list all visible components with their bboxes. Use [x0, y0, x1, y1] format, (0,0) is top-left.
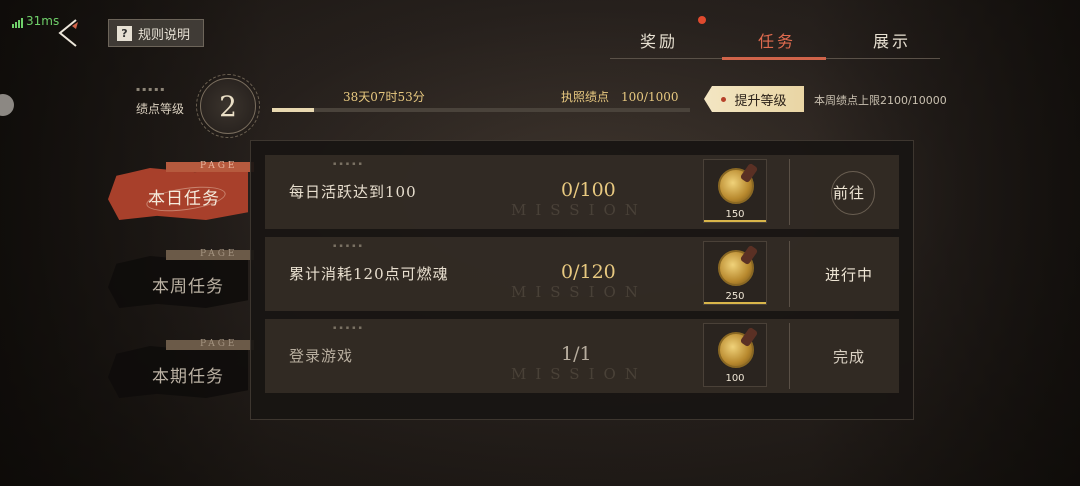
- decorative-text: ▪▪▪▪▪: [333, 161, 365, 167]
- decorative-text: ▪▪▪▪▪: [333, 325, 365, 331]
- tab-rewards[interactable]: 奖励: [640, 28, 678, 52]
- rules-label: 规则说明: [138, 27, 191, 43]
- in-progress-status: 进行中: [824, 265, 873, 284]
- task-name: 每日活跃达到100: [289, 183, 417, 201]
- coin-icon: [718, 168, 754, 204]
- sidebar-item-label: 本周任务: [152, 277, 224, 297]
- back-arrow-icon: [58, 19, 78, 47]
- go-button[interactable]: 前往: [805, 171, 893, 215]
- tab-display[interactable]: 展示: [873, 28, 911, 52]
- row-divider: [789, 159, 790, 225]
- task-progress: 0/100: [561, 179, 616, 201]
- task-row: ▪▪▪▪▪ 累计消耗120点可燃魂 MISSION 0/120 250 进行中: [265, 237, 899, 311]
- reward-slot[interactable]: 100: [703, 323, 767, 387]
- task-progress: 0/120: [561, 261, 616, 283]
- completed-status: 完成: [832, 347, 865, 366]
- sidebar-item-season[interactable]: PAGE 本期任务: [108, 339, 254, 400]
- sidebar-item-daily[interactable]: PAGE 本日任务: [108, 161, 254, 222]
- page-tag: PAGE: [200, 339, 238, 349]
- reward-underline: [704, 302, 766, 304]
- decorative-text: ▪▪▪▪▪: [333, 243, 365, 249]
- question-icon: ?: [117, 25, 132, 41]
- task-row: ▪▪▪▪▪ 每日活跃达到100 MISSION 0/100 150 前往: [265, 155, 899, 229]
- task-panel: ▪▪▪▪▪ 每日活跃达到100 MISSION 0/100 150 前往 ▪▪▪…: [250, 140, 914, 420]
- row-divider: [789, 323, 790, 389]
- task-name: 登录游戏: [289, 347, 354, 365]
- reward-amount: 150: [725, 209, 745, 220]
- task-progress: 1/1: [561, 343, 592, 365]
- sidebar-item-label: 本日任务: [148, 189, 220, 209]
- reward-slot[interactable]: 150: [703, 159, 767, 223]
- coin-icon: [718, 332, 754, 368]
- row-divider: [789, 241, 790, 307]
- coin-icon: [718, 250, 754, 286]
- mission-watermark: MISSION: [511, 283, 647, 301]
- upgrade-button[interactable]: 提升等级: [704, 86, 804, 112]
- reward-underline: [704, 220, 766, 222]
- rules-button[interactable]: ? 规则说明: [108, 19, 204, 47]
- sidebar-item-label: 本期任务: [152, 367, 224, 387]
- back-button[interactable]: [52, 16, 86, 50]
- signal-icon: [12, 18, 23, 28]
- weekly-limit: 本周绩点上限2100/10000: [814, 94, 947, 107]
- decorative-text: ▪▪▪▪▪: [136, 86, 167, 93]
- task-name: 累计消耗120点可燃魂: [289, 265, 449, 283]
- level-label: 绩点等级: [136, 102, 185, 116]
- sidebar-item-weekly[interactable]: PAGE 本周任务: [108, 249, 254, 310]
- active-tab-indicator: [722, 57, 826, 60]
- task-row: ▪▪▪▪▪ 登录游戏 MISSION 1/1 100 完成: [265, 319, 899, 393]
- tab-tasks[interactable]: 任务: [758, 28, 796, 52]
- reward-amount: 250: [725, 291, 745, 302]
- mission-watermark: MISSION: [511, 201, 647, 219]
- license-points: 执照绩点 100/1000: [561, 90, 679, 104]
- mission-watermark: MISSION: [511, 365, 647, 383]
- season-timer: 38天07时53分: [343, 90, 425, 104]
- page-tag: PAGE: [200, 161, 238, 171]
- level-badge: 2: [196, 74, 260, 138]
- level-bar: ▪▪▪▪▪ 绩点等级 2 38天07时53分 执照绩点 100/1000 提升等…: [136, 74, 976, 138]
- upgrade-label: 提升等级: [734, 93, 787, 109]
- level-progress-fill: [272, 108, 314, 112]
- notification-dot: [698, 16, 706, 24]
- level-progress-bar: [272, 108, 690, 112]
- page-tag: PAGE: [200, 249, 238, 259]
- bullet-icon: [721, 96, 727, 102]
- reward-amount: 100: [725, 373, 745, 384]
- tab-bar: 奖励 任务 展示: [610, 16, 940, 60]
- reward-slot[interactable]: 250: [703, 241, 767, 305]
